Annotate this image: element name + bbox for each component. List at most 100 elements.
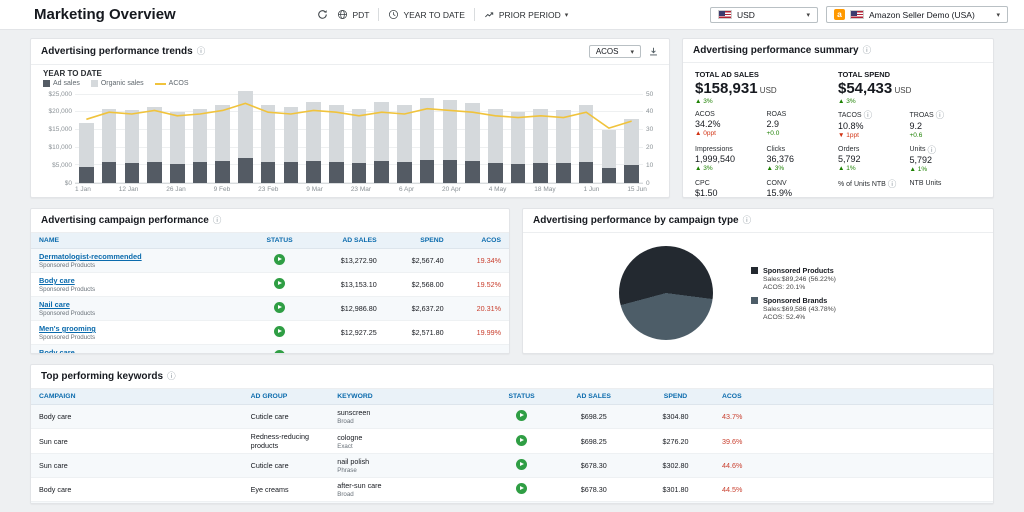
metric-delta: ▲ 1% [838, 165, 910, 172]
download-icon[interactable] [648, 46, 659, 57]
campaign-row: Body careSponsored Products$13,153.10$2,… [31, 273, 509, 297]
column-header[interactable]: CAMPAIGN [31, 389, 243, 405]
metric-label: TOTAL AD SALES [695, 70, 838, 79]
info-icon[interactable]: ⓘ [927, 146, 936, 155]
x-axis-tick-label: 9 Feb [214, 186, 231, 193]
campaign-type-label: Sponsored Products [39, 334, 243, 341]
currency-select[interactable]: USD ▾ [710, 7, 818, 23]
metric-value: 5,792 [910, 155, 982, 165]
metric-label: TROASⓘ [910, 111, 982, 120]
y-axis-tick-label: $0 [65, 180, 72, 187]
spend-cell: $2,637.20 [385, 297, 452, 321]
metric-label: CPC [695, 180, 767, 187]
account-select[interactable]: a Amazon Seller Demo (USA) ▾ [826, 6, 1008, 23]
top-bar: Marketing Overview PDT YEAR TO DATE PRIO… [0, 0, 1024, 30]
campaign-performance-card: Advertising campaign performance ⓘ NAMES… [30, 208, 510, 354]
column-header[interactable]: STATUS [493, 389, 551, 405]
ad-group-cell: Redness-reducing products [243, 429, 330, 454]
status-cell [493, 429, 551, 454]
status-cell [493, 454, 551, 478]
campaign-link[interactable]: Nail care [39, 300, 70, 309]
status-enabled-icon [274, 302, 285, 313]
spend-cell: $302.80 [637, 454, 714, 478]
y-axis-tick-label: 0 [646, 180, 650, 187]
campaign-type-label: Sponsored Products [39, 262, 243, 269]
summary-metric: % of Units NTBⓘ [838, 180, 910, 198]
timezone-label: PDT [352, 10, 369, 20]
summary-card-header: Advertising performance summary ⓘ [683, 39, 993, 63]
column-header[interactable]: NAME [31, 233, 251, 249]
campaign-table: NAMESTATUSAD SALESSPENDACOS Dermatologist… [31, 233, 509, 354]
ad-sales-cell: $678.30 [550, 478, 637, 502]
info-icon[interactable]: ⓘ [936, 111, 945, 120]
column-header[interactable]: ACOS [714, 389, 993, 405]
chart-period-label: YEAR TO DATE [43, 69, 657, 78]
ad-group-cell: Cuticle care [243, 454, 330, 478]
metric-value: 36,376 [767, 154, 839, 164]
summary-metric: NTB Units [910, 180, 982, 198]
metric-value: $54,433 USD [838, 80, 981, 97]
ad-sales-cell: $678.30 [550, 454, 637, 478]
ad-sales-cell: $12,603.65 [308, 345, 384, 355]
campaign-type-label: Sponsored Products [39, 310, 243, 317]
legend-text: Sponsored BrandsSales:$69,586 (43.78%)AC… [763, 296, 836, 321]
card-title: Advertising performance by campaign type [533, 215, 739, 226]
column-header[interactable]: SPEND [385, 233, 452, 249]
campaign-link[interactable]: Body care [39, 276, 75, 285]
table-header-row: NAMESTATUSAD SALESSPENDACOS [31, 233, 509, 249]
info-icon[interactable]: ⓘ [743, 216, 752, 225]
info-icon[interactable]: ⓘ [888, 180, 897, 189]
info-icon[interactable]: ⓘ [864, 111, 873, 120]
column-header[interactable]: SPEND [637, 389, 714, 405]
refresh-button[interactable] [317, 9, 328, 20]
spend-cell: $304.80 [637, 405, 714, 429]
column-header[interactable]: KEYWORD [329, 389, 493, 405]
metric-unit: USD [892, 86, 911, 95]
x-axis-tick-label: 26 Jan [166, 186, 186, 193]
y-axis-tick-label: $25,000 [49, 91, 73, 98]
timezone-control[interactable]: PDT [337, 9, 369, 20]
comparison-select[interactable]: PRIOR PERIOD ▾ [484, 9, 568, 20]
info-icon[interactable]: ⓘ [213, 216, 222, 225]
keyword-cell: cologneExact [329, 429, 493, 454]
campaign-name-cell: Men's groomingSponsored Products [31, 321, 251, 345]
metric-value: 9.2 [910, 121, 982, 131]
pie-card-header: Advertising performance by campaign type… [523, 209, 993, 233]
legend-sales: Sales:$89,246 (56.22%) [763, 276, 836, 283]
info-icon[interactable]: ⓘ [197, 47, 206, 56]
keyword-text: sunscreen [337, 408, 485, 417]
column-header[interactable]: AD GROUP [243, 389, 330, 405]
info-icon[interactable]: ⓘ [167, 372, 176, 381]
spend-cell: $272.20 [637, 502, 714, 504]
legend-acos: ACOS: 52.4% [763, 314, 836, 321]
info-icon[interactable]: ⓘ [863, 46, 872, 55]
card-title: Advertising performance trends [41, 46, 193, 57]
campaign-link[interactable]: Men's grooming [39, 324, 96, 333]
summary-metric: Unitsⓘ5,792▲ 1% [910, 146, 982, 174]
metric-label: CONV [767, 180, 839, 187]
campaign-cell: Sun care [31, 454, 243, 478]
keyword-row: Sun careRedness-reducing productscologne… [31, 429, 993, 454]
y-axis-tick-label: $20,000 [49, 108, 73, 115]
status-cell [251, 249, 308, 273]
column-header[interactable]: AD SALES [550, 389, 637, 405]
column-header[interactable]: STATUS [251, 233, 308, 249]
metric-value: 15.9% [767, 188, 839, 198]
status-cell [251, 345, 308, 355]
status-enabled-icon [516, 483, 527, 494]
status-cell [251, 321, 308, 345]
campaign-row: Body careSponsored Products$12,603.65$2,… [31, 345, 509, 355]
summary-metric: CONV15.9%▼ 0ppt [767, 180, 839, 198]
campaign-cell: Body care [31, 405, 243, 429]
metric-select[interactable]: ACOS ▾ [589, 45, 641, 58]
column-header[interactable]: ACOS [452, 233, 509, 249]
date-range-control[interactable]: YEAR TO DATE [388, 9, 464, 20]
campaign-link[interactable]: Body care [39, 348, 75, 354]
column-header[interactable]: AD SALES [308, 233, 384, 249]
y-axis-left: $25,000$20,000$15,000$10,000$5,000$0 [41, 91, 75, 184]
chevron-down-icon: ▾ [565, 11, 569, 19]
keyword-text: cologne [337, 433, 485, 442]
summary-metric: ROAS2.9+0.0 [767, 111, 839, 139]
plot-area [75, 91, 643, 184]
campaign-link[interactable]: Dermatologist-recommended [39, 252, 142, 261]
